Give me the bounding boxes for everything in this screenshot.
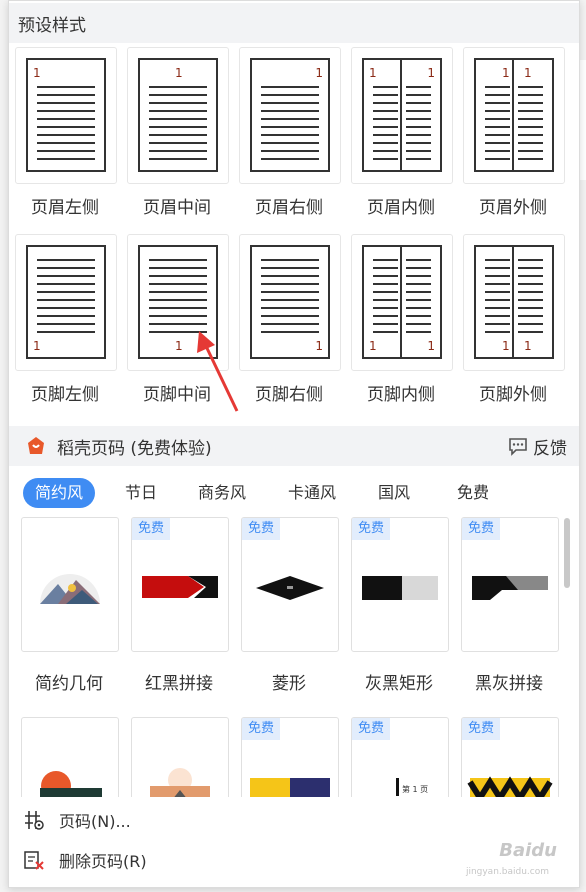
free-badge: 免费: [352, 718, 391, 740]
style-card-gray-black-rect[interactable]: 免费: [351, 517, 449, 652]
style-tabs: 简约风 节日 商务风 卡通风 国风 免费: [23, 478, 563, 508]
delete-page-number-label: 删除页码(R): [59, 852, 147, 871]
tab-cartoon[interactable]: 卡通风: [276, 478, 348, 508]
feedback-icon: [509, 438, 527, 456]
docer-section-title: 稻壳页码 (免费体验): [57, 438, 212, 459]
free-badge: 免费: [462, 718, 501, 740]
style-card-black-gray[interactable]: 免费: [461, 517, 559, 652]
style-inner-text: 第 1 页: [402, 784, 428, 794]
style-card-red-black[interactable]: 免费: [131, 517, 229, 652]
free-badge: 免费: [242, 718, 281, 740]
free-badge: 免费: [352, 518, 391, 540]
delete-page-number-icon: [24, 851, 44, 870]
feedback-label: 反馈: [533, 438, 567, 459]
style-card-diamond[interactable]: 免费: [241, 517, 339, 652]
bottom-menu: 页码(N)... 删除页码(R) Baidu jingyan.baidu.com: [9, 797, 579, 887]
docer-section-header: 稻壳页码 (免费体验) 反馈: [9, 426, 579, 466]
baidu-watermark: Baidu: [499, 840, 557, 861]
tab-chinese[interactable]: 国风: [366, 478, 422, 508]
style-label: 红黑拼接: [145, 674, 213, 694]
page-number-settings-item[interactable]: 页码(N)...: [23, 805, 131, 835]
style-label: 灰黑矩形: [365, 674, 433, 694]
page-number-dropdown-panel: 预设样式 1 1 1 1 1 1 1 页眉左侧 页眉中间 页眉右侧 页眉内侧 页…: [8, 0, 580, 888]
baidu-watermark-url: jingyan.baidu.com: [465, 867, 549, 877]
style-label: 简约几何: [35, 674, 103, 694]
style-label: 菱形: [272, 674, 306, 694]
tab-festival[interactable]: 节日: [113, 478, 169, 508]
tab-business[interactable]: 商务风: [186, 478, 258, 508]
free-badge: 免费: [242, 518, 281, 540]
pointer-arrow-icon: [197, 331, 239, 412]
style-thumbnail: [40, 574, 100, 604]
style-card-simple-geometry[interactable]: [21, 517, 119, 652]
page-number-settings-label: 页码(N)...: [59, 812, 131, 831]
scrollbar-thumb[interactable]: [564, 518, 570, 588]
docer-logo-icon: [28, 437, 44, 454]
page-number-settings-icon: [25, 811, 44, 830]
tab-free[interactable]: 免费: [445, 478, 501, 508]
tab-simple[interactable]: 简约风: [23, 478, 96, 508]
free-badge: 免费: [132, 518, 171, 540]
delete-page-number-item[interactable]: 删除页码(R): [23, 845, 147, 875]
style-label: 黑灰拼接: [475, 674, 543, 694]
free-badge: 免费: [462, 518, 501, 540]
feedback-button[interactable]: 反馈: [507, 434, 567, 459]
